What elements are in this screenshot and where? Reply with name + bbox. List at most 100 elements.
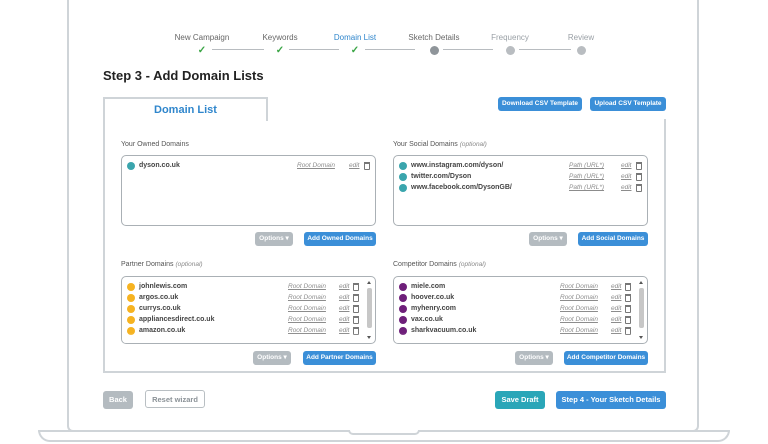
domain-type-link[interactable]: Root Domain: [288, 304, 326, 314]
domain-type-link[interactable]: Path (URL*): [569, 183, 604, 193]
list-item: myhenry.com Root Domain edit: [399, 304, 641, 315]
pending-step-dot-icon: [576, 46, 586, 55]
domain-type-link[interactable]: Root Domain: [560, 304, 598, 314]
list-item: johnlewis.com Root Domain edit: [127, 282, 369, 293]
step-keywords[interactable]: Keywords ✓: [245, 32, 315, 56]
add-partner-domains-button[interactable]: Add Partner Domains: [303, 351, 376, 365]
edit-link[interactable]: edit: [339, 304, 349, 314]
back-button[interactable]: Back: [103, 391, 133, 409]
scrollbar[interactable]: [638, 279, 645, 341]
list-fade: [122, 333, 365, 343]
edit-link[interactable]: edit: [621, 172, 631, 182]
domain-type-link[interactable]: Root Domain: [288, 315, 326, 325]
tab-domain-list[interactable]: Domain List: [103, 97, 268, 121]
step-label: Frequency: [491, 33, 529, 42]
list-item: currys.co.uk Root Domain edit: [127, 304, 369, 315]
social-domains-list[interactable]: www.instagram.com/dyson/ Path (URL*) edi…: [393, 155, 648, 226]
domain-type-link[interactable]: Path (URL*): [569, 161, 604, 171]
add-owned-domains-button[interactable]: Add Owned Domains: [304, 232, 376, 246]
domain-name: myhenry.com: [411, 305, 456, 312]
list-item: vax.co.uk Root Domain edit: [399, 315, 641, 326]
domain-icon: [399, 162, 407, 170]
domain-icon: [127, 283, 135, 291]
edit-link[interactable]: edit: [339, 315, 349, 325]
step-frequency[interactable]: Frequency: [475, 32, 545, 55]
page-title: Step 3 - Add Domain Lists: [103, 68, 264, 83]
trash-icon[interactable]: [625, 294, 631, 302]
save-draft-button[interactable]: Save Draft: [495, 391, 545, 409]
scroll-up-icon[interactable]: [367, 281, 371, 284]
domain-type-link[interactable]: Root Domain: [288, 293, 326, 303]
trash-icon[interactable]: [636, 173, 642, 181]
domain-name: appliancesdirect.co.uk: [139, 316, 215, 323]
domain-icon: [399, 184, 407, 192]
list-item: miele.com Root Domain edit: [399, 282, 641, 293]
wizard-stepper: New Campaign ✓ Keywords ✓ Domain List ✓ …: [170, 32, 600, 62]
next-step-button[interactable]: Step 4 - Your Sketch Details: [556, 391, 666, 409]
check-icon: ✓: [197, 45, 207, 56]
step-label: Domain List: [333, 33, 377, 42]
trash-icon[interactable]: [625, 305, 631, 313]
domain-icon: [399, 305, 407, 313]
partner-options-button[interactable]: Options ▾: [253, 351, 291, 365]
check-icon: ✓: [350, 45, 360, 56]
domain-icon: [399, 173, 407, 181]
domain-type-link[interactable]: Root Domain: [560, 282, 598, 292]
domain-type-link[interactable]: Root Domain: [560, 315, 598, 325]
step-sketch-details[interactable]: Sketch Details: [399, 32, 469, 55]
edit-link[interactable]: edit: [621, 161, 631, 171]
list-item: www.instagram.com/dyson/ Path (URL*) edi…: [399, 161, 642, 172]
trash-icon[interactable]: [625, 316, 631, 324]
download-csv-button[interactable]: Download CSV Template: [498, 97, 582, 111]
partner-domains-title: Partner Domains (optional): [121, 261, 203, 268]
domain-type-link[interactable]: Path (URL*): [569, 172, 604, 182]
domain-name: currys.co.uk: [139, 305, 181, 312]
trash-icon[interactable]: [353, 316, 359, 324]
domain-type-link[interactable]: Root Domain: [297, 161, 335, 171]
scrollbar[interactable]: [366, 279, 373, 341]
scroll-down-icon[interactable]: [639, 336, 643, 339]
trash-icon[interactable]: [364, 162, 370, 170]
edit-link[interactable]: edit: [621, 183, 631, 193]
reset-wizard-button[interactable]: Reset wizard: [145, 390, 205, 408]
edit-link[interactable]: edit: [339, 282, 349, 292]
edit-link[interactable]: edit: [611, 293, 621, 303]
owned-options-button[interactable]: Options ▾: [255, 232, 293, 246]
add-competitor-domains-button[interactable]: Add Competitor Domains: [564, 351, 648, 365]
scroll-down-icon[interactable]: [367, 336, 371, 339]
edit-link[interactable]: edit: [611, 315, 621, 325]
domain-name: vax.co.uk: [411, 316, 443, 323]
domain-type-link[interactable]: Root Domain: [560, 293, 598, 303]
domain-icon: [127, 305, 135, 313]
scroll-thumb[interactable]: [639, 288, 644, 328]
upload-csv-button[interactable]: Upload CSV Template: [590, 97, 666, 111]
trash-icon[interactable]: [636, 162, 642, 170]
trash-icon[interactable]: [625, 283, 631, 291]
trash-icon[interactable]: [353, 305, 359, 313]
competitor-options-button[interactable]: Options ▾: [515, 351, 553, 365]
trash-icon[interactable]: [353, 283, 359, 291]
competitor-domains-list[interactable]: miele.com Root Domain edit hoover.co.uk …: [393, 276, 648, 344]
list-item: appliancesdirect.co.uk Root Domain edit: [127, 315, 369, 326]
edit-link[interactable]: edit: [339, 293, 349, 303]
trash-icon[interactable]: [353, 294, 359, 302]
trash-icon[interactable]: [636, 184, 642, 192]
list-item: twitter.com/Dyson Path (URL*) edit: [399, 172, 642, 183]
scroll-thumb[interactable]: [367, 288, 372, 328]
edit-link[interactable]: edit: [349, 161, 359, 171]
domain-name: johnlewis.com: [139, 283, 188, 290]
step-label: Sketch Details: [408, 33, 460, 42]
add-social-domains-button[interactable]: Add Social Domains: [578, 232, 648, 246]
step-new-campaign[interactable]: New Campaign ✓: [167, 32, 237, 56]
partner-domains-list[interactable]: johnlewis.com Root Domain edit argos.co.…: [121, 276, 376, 344]
step-review[interactable]: Review: [546, 32, 616, 55]
list-fade: [394, 333, 637, 343]
scroll-up-icon[interactable]: [639, 281, 643, 284]
step-domain-list[interactable]: Domain List ✓: [320, 32, 390, 56]
social-options-button[interactable]: Options ▾: [529, 232, 567, 246]
domain-type-link[interactable]: Root Domain: [288, 282, 326, 292]
owned-domains-list[interactable]: dyson.co.uk Root Domain edit: [121, 155, 376, 226]
list-item: www.facebook.com/DysonGB/ Path (URL*) ed…: [399, 183, 642, 194]
edit-link[interactable]: edit: [611, 282, 621, 292]
edit-link[interactable]: edit: [611, 304, 621, 314]
